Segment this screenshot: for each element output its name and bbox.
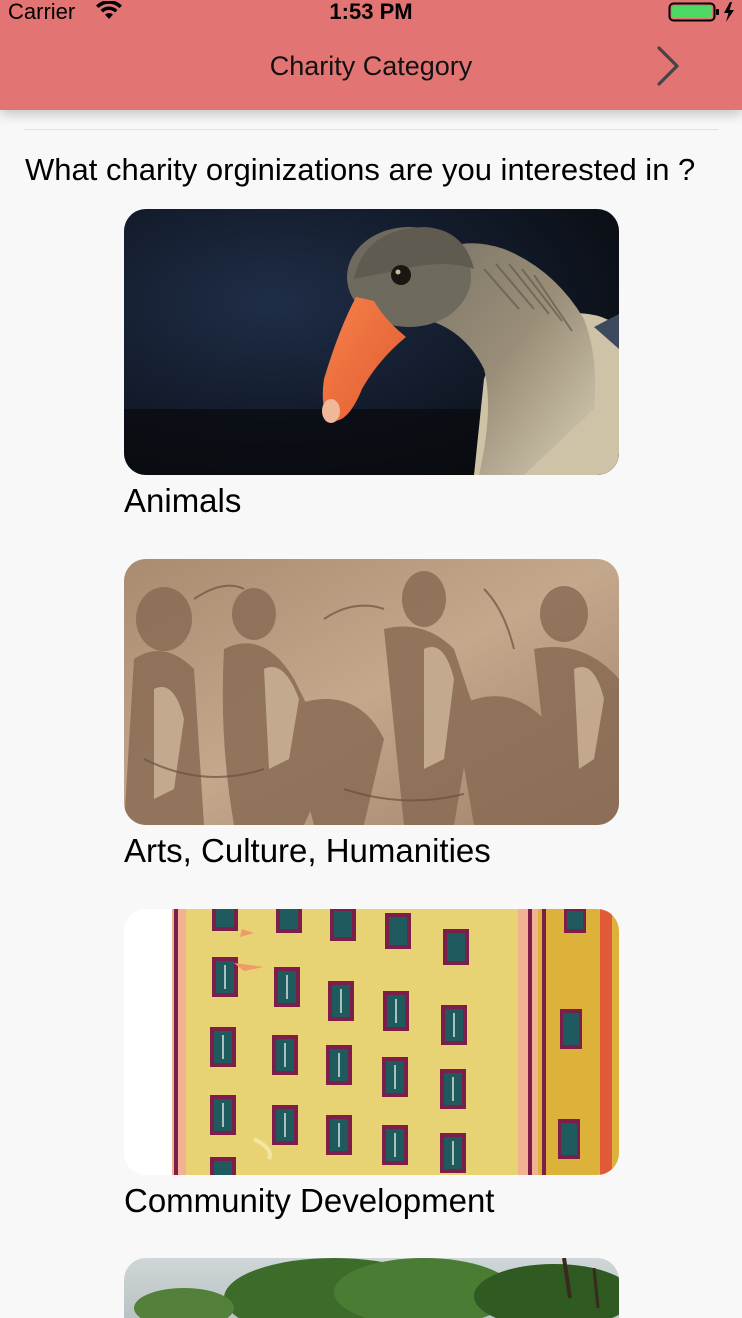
apartment-building-illustration[interactable] — [124, 909, 619, 1175]
status-bar: Carrier 1:53 PM — [0, 0, 742, 24]
chevron-right-icon — [657, 46, 679, 86]
category-card-4[interactable] — [124, 1258, 619, 1318]
category-label-animals: Animals — [124, 482, 242, 519]
header-divider — [24, 129, 718, 130]
category-label-arts-culture-humanities: Arts, Culture, Humanities — [124, 832, 491, 869]
navigation-bar: Carrier 1:53 PM Charity Category — [0, 0, 742, 110]
battery-charging-icon — [668, 2, 734, 22]
page-title: Charity Category — [269, 51, 473, 81]
next-button[interactable] — [646, 40, 688, 92]
category-card-arts-culture-humanities[interactable]: Arts, Culture, Humanities — [124, 559, 619, 869]
interest-question: What charity orginizations are you inter… — [25, 152, 696, 187]
trees-photo[interactable] — [124, 1258, 619, 1318]
category-label-community-development: Community Development — [124, 1182, 495, 1219]
stone-relief-photo[interactable] — [124, 559, 619, 825]
goose-photo[interactable] — [124, 209, 619, 475]
category-card-community-development[interactable]: Community Development — [124, 909, 619, 1219]
category-card-animals[interactable]: Animals — [124, 209, 619, 519]
status-time: 1:53 PM — [329, 0, 413, 24]
